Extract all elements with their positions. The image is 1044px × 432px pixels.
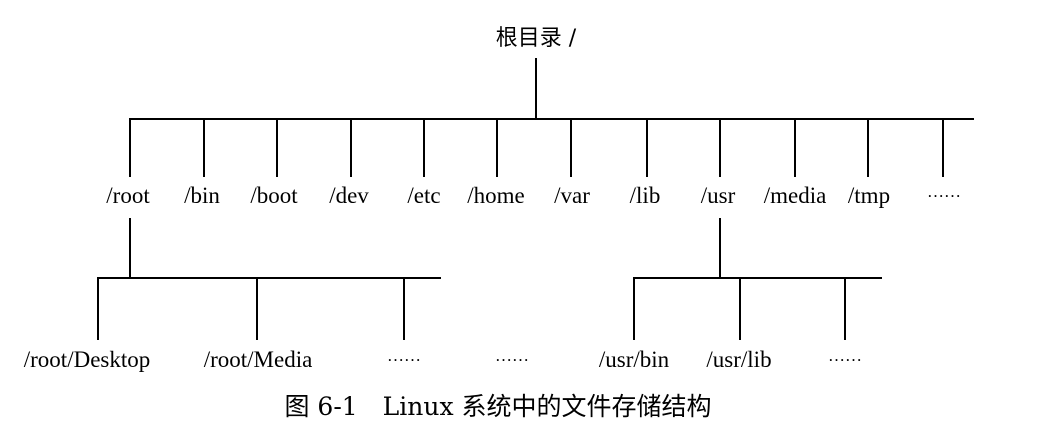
dir-dev: /dev — [329, 183, 369, 208]
dir-usr-bin: /usr/bin — [599, 347, 670, 372]
dir-etc: /etc — [407, 183, 440, 208]
level1-labels: /root /bin /boot /dev /etc /home /var /l… — [106, 182, 961, 208]
dir-root: /root — [106, 183, 150, 208]
usr-subtree: /usr/bin /usr/lib …… — [599, 218, 882, 372]
dir-media: /media — [764, 183, 827, 208]
between-subtrees-ellipsis: …… — [495, 346, 529, 365]
dir-root-media: /root/Media — [204, 347, 313, 372]
level1-drop-lines — [129, 119, 944, 177]
dir-usr: /usr — [701, 183, 736, 208]
dir-usr-lib: /usr/lib — [706, 347, 771, 372]
root-subtree: /root/Desktop /root/Media …… — [24, 218, 441, 372]
dir-boot: /boot — [250, 183, 298, 208]
dir-more-ellipsis: …… — [927, 182, 961, 201]
dir-tmp: /tmp — [848, 183, 890, 208]
linux-directory-tree: 根目录 / /root /bin /boot /dev /etc /home /… — [24, 26, 974, 421]
dir-bin: /bin — [184, 183, 220, 208]
dir-var: /var — [554, 183, 590, 208]
usr-children-more-ellipsis: …… — [828, 346, 862, 365]
root-children-more-ellipsis: …… — [387, 346, 421, 365]
root-directory-label: 根目录 / — [496, 26, 577, 51]
dir-lib: /lib — [630, 183, 661, 208]
figure-caption: 图 6-1 Linux 系统中的文件存储结构 — [284, 392, 711, 421]
dir-root-desktop: /root/Desktop — [24, 347, 151, 372]
dir-home: /home — [467, 183, 525, 208]
